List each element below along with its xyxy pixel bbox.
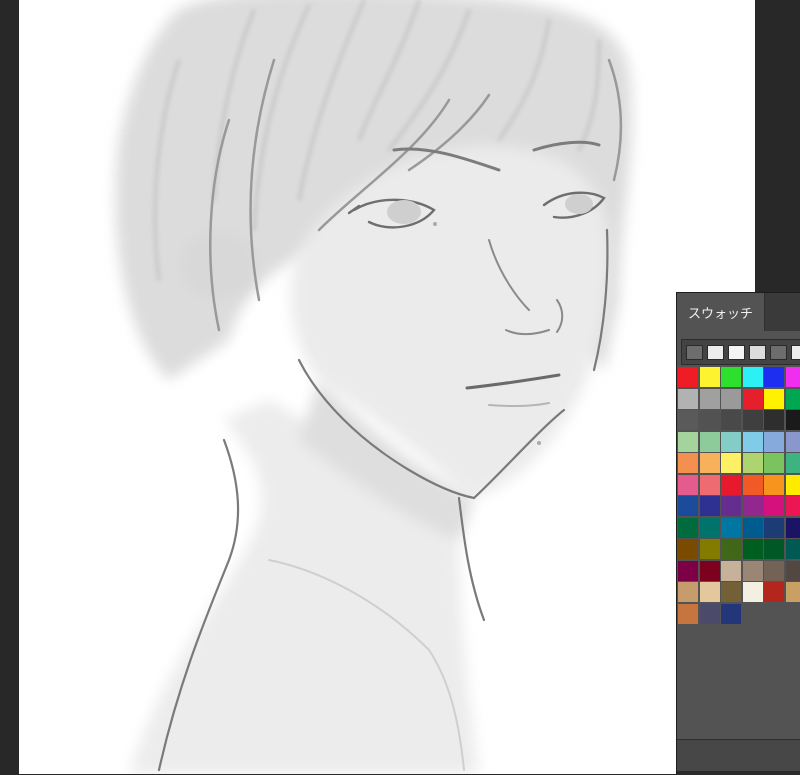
- color-swatch[interactable]: [786, 582, 800, 602]
- swatches-panel: スウォッチ: [676, 292, 800, 774]
- color-swatch[interactable]: [700, 496, 720, 516]
- color-swatch[interactable]: [678, 389, 698, 409]
- color-swatch[interactable]: [678, 518, 698, 538]
- color-swatch[interactable]: [678, 496, 698, 516]
- color-swatch[interactable]: [764, 561, 784, 581]
- color-swatch[interactable]: [700, 561, 720, 581]
- color-swatch[interactable]: [786, 496, 800, 516]
- color-swatch[interactable]: [700, 453, 720, 473]
- color-swatch[interactable]: [786, 367, 800, 387]
- swatch-grid: [677, 367, 800, 627]
- color-swatch[interactable]: [764, 432, 784, 452]
- color-swatch[interactable]: [721, 582, 741, 602]
- color-swatch[interactable]: [743, 389, 763, 409]
- tab-swatches[interactable]: スウォッチ: [677, 293, 765, 331]
- color-swatch[interactable]: [678, 582, 698, 602]
- color-swatch[interactable]: [764, 410, 784, 430]
- color-swatch[interactable]: [721, 389, 741, 409]
- color-swatch[interactable]: [678, 410, 698, 430]
- color-swatch[interactable]: [700, 604, 720, 624]
- color-swatch[interactable]: [764, 389, 784, 409]
- color-swatch[interactable]: [786, 389, 800, 409]
- color-swatch[interactable]: [764, 367, 784, 387]
- color-swatch[interactable]: [721, 367, 741, 387]
- color-swatch[interactable]: [743, 582, 763, 602]
- color-swatch[interactable]: [786, 432, 800, 452]
- color-swatch[interactable]: [743, 539, 763, 559]
- recent-color-swatch[interactable]: [791, 345, 800, 360]
- recent-colors-row: [681, 339, 800, 365]
- color-swatch[interactable]: [721, 496, 741, 516]
- color-swatch[interactable]: [786, 518, 800, 538]
- color-swatch[interactable]: [786, 561, 800, 581]
- color-swatch[interactable]: [678, 604, 698, 624]
- color-swatch[interactable]: [721, 453, 741, 473]
- color-swatch[interactable]: [743, 367, 763, 387]
- color-swatch[interactable]: [700, 432, 720, 452]
- color-swatch[interactable]: [764, 475, 784, 495]
- color-swatch[interactable]: [721, 604, 741, 624]
- color-swatch[interactable]: [678, 432, 698, 452]
- color-swatch[interactable]: [721, 432, 741, 452]
- color-swatch[interactable]: [700, 367, 720, 387]
- color-swatch[interactable]: [743, 561, 763, 581]
- color-swatch[interactable]: [786, 475, 800, 495]
- color-swatch[interactable]: [743, 496, 763, 516]
- recent-color-swatch[interactable]: [770, 345, 787, 360]
- color-swatch[interactable]: [678, 475, 698, 495]
- color-swatch[interactable]: [721, 410, 741, 430]
- color-swatch[interactable]: [678, 453, 698, 473]
- color-swatch[interactable]: [764, 496, 784, 516]
- color-swatch[interactable]: [721, 475, 741, 495]
- color-swatch[interactable]: [786, 410, 800, 430]
- color-swatch[interactable]: [721, 518, 741, 538]
- color-swatch[interactable]: [700, 389, 720, 409]
- color-swatch[interactable]: [743, 475, 763, 495]
- recent-color-swatch[interactable]: [749, 345, 766, 360]
- color-swatch[interactable]: [786, 453, 800, 473]
- portrait-sketch: [19, 0, 755, 774]
- color-swatch[interactable]: [786, 539, 800, 559]
- color-swatch[interactable]: [700, 475, 720, 495]
- color-swatch[interactable]: [743, 518, 763, 538]
- color-swatch[interactable]: [764, 582, 784, 602]
- panel-header: スウォッチ: [677, 293, 800, 331]
- color-swatch[interactable]: [764, 453, 784, 473]
- color-swatch[interactable]: [743, 432, 763, 452]
- color-swatch[interactable]: [700, 539, 720, 559]
- color-swatch[interactable]: [700, 582, 720, 602]
- color-swatch[interactable]: [700, 410, 720, 430]
- color-swatch[interactable]: [721, 561, 741, 581]
- panel-footer: [677, 739, 800, 771]
- recent-color-swatch[interactable]: [707, 345, 724, 360]
- color-swatch[interactable]: [678, 561, 698, 581]
- color-swatch[interactable]: [764, 539, 784, 559]
- color-swatch[interactable]: [721, 539, 741, 559]
- color-swatch[interactable]: [700, 518, 720, 538]
- recent-color-swatch[interactable]: [686, 345, 703, 360]
- panel-bottom-border: [677, 771, 800, 775]
- color-swatch[interactable]: [678, 367, 698, 387]
- app-window: スウォッチ: [0, 0, 800, 774]
- color-swatch[interactable]: [743, 410, 763, 430]
- drawing-canvas[interactable]: [19, 0, 755, 774]
- color-swatch[interactable]: [764, 518, 784, 538]
- recent-color-swatch[interactable]: [728, 345, 745, 360]
- color-swatch[interactable]: [678, 539, 698, 559]
- color-swatch[interactable]: [743, 453, 763, 473]
